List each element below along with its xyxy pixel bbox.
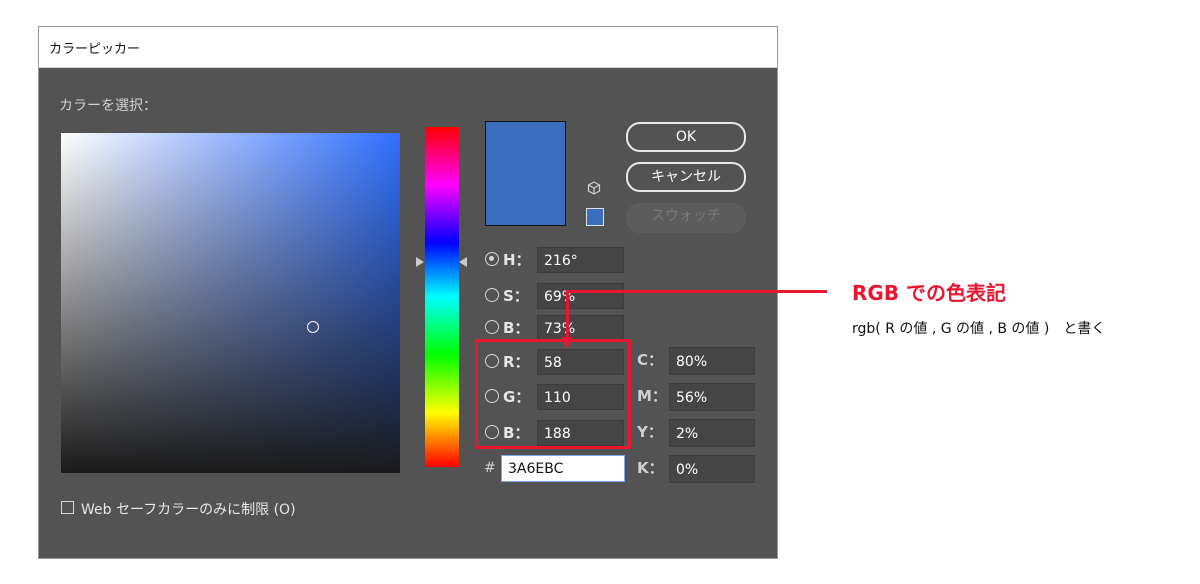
- cyan-input[interactable]: 80%: [669, 347, 755, 375]
- brightness-radio[interactable]: [485, 320, 499, 334]
- current-color-swatch: [485, 121, 566, 226]
- black-row: K： 0%: [637, 455, 757, 483]
- yellow-input[interactable]: 2%: [669, 419, 755, 447]
- hue-radio[interactable]: [485, 252, 499, 266]
- annotation-connector-horizontal: [566, 290, 827, 293]
- magenta-row: M： 56%: [637, 383, 757, 411]
- annotation-arrow-icon: [561, 337, 573, 349]
- web-safe-only-label: Web セーフカラーのみに制限 (O): [81, 502, 296, 518]
- hex-input[interactable]: 3A6EBC: [501, 455, 625, 482]
- saturation-brightness-field[interactable]: [61, 133, 400, 473]
- hue-slider-handle-right[interactable]: [459, 257, 467, 267]
- cube-icon[interactable]: [587, 181, 601, 195]
- ok-button[interactable]: OK: [626, 122, 746, 152]
- hue-label: H：: [503, 251, 531, 269]
- black-input[interactable]: 0%: [669, 455, 755, 483]
- rgb-highlight-box: [475, 339, 631, 449]
- swatches-button[interactable]: スウォッチ: [626, 203, 746, 233]
- saturation-label: S：: [503, 287, 529, 305]
- annotation-title: RGB での色表記: [852, 281, 1007, 305]
- cyan-label: C：: [637, 351, 664, 369]
- saturation-radio[interactable]: [485, 288, 499, 302]
- saturation-input[interactable]: 69%: [537, 283, 624, 309]
- brightness-input[interactable]: 73%: [537, 315, 624, 341]
- yellow-row: Y： 2%: [637, 419, 757, 447]
- color-cursor[interactable]: [307, 321, 319, 333]
- hex-prefix: #: [484, 460, 496, 476]
- yellow-label: Y：: [637, 423, 663, 441]
- web-safe-only-checkbox[interactable]: [61, 501, 74, 514]
- dialog-titlebar: カラーピッカー: [39, 27, 777, 68]
- brightness-label: B：: [503, 319, 530, 337]
- magenta-input[interactable]: 56%: [669, 383, 755, 411]
- select-color-label: カラーを選択：: [59, 98, 157, 114]
- dialog-title: カラーピッカー: [49, 42, 141, 57]
- cyan-row: C： 80%: [637, 347, 757, 375]
- hue-input[interactable]: 216°: [537, 247, 624, 273]
- annotation-connector-vertical: [566, 290, 569, 337]
- web-safe-color-swatch[interactable]: [586, 208, 604, 226]
- annotation-subtitle: rgb( R の値 , G の値 , B の値 ) と書く: [852, 321, 1106, 337]
- cancel-button[interactable]: キャンセル: [626, 162, 746, 192]
- hue-slider-handle-left[interactable]: [416, 257, 424, 267]
- magenta-label: M：: [637, 387, 667, 405]
- black-label: K：: [637, 459, 664, 477]
- hue-slider[interactable]: [425, 127, 459, 467]
